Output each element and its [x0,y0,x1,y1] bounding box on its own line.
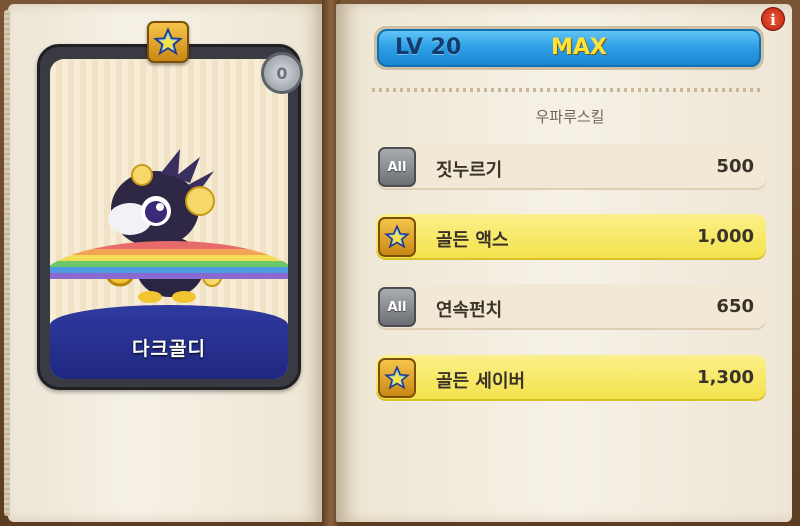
skill-name: 골든 액스 [436,230,509,251]
skill-star-badge [378,217,416,257]
skill-star-badge [378,358,416,398]
skill-value: 500 [716,156,754,177]
skill-value: 1,000 [697,226,754,247]
right-page [336,4,792,522]
dotted-divider [372,88,764,92]
skill-row[interactable]: All 짓누르기 500 [376,144,766,190]
skill-name: 연속펀치 [436,300,503,321]
skill-name: 골든 세이버 [436,371,526,392]
star-icon [384,365,410,390]
skill-value: 650 [716,296,754,317]
skill-row[interactable]: All 연속펀치 650 [376,284,766,330]
skill-value: 1,300 [697,367,754,388]
level-bar-fill: LV 20 MAX [377,29,761,67]
skill-name: 짓누르기 [436,160,503,181]
skill-all-badge: All [378,287,416,327]
info-icon[interactable]: i [761,7,785,31]
star-icon [384,224,410,249]
skill-row[interactable]: 골든 액스 1,000 [376,214,766,260]
pet-card[interactable]: 다크골디 [37,44,301,390]
skill-all-badge: All [378,147,416,187]
pet-name: 다크골디 [132,338,206,360]
level-bar: LV 20 MAX [374,26,764,70]
skill-row[interactable]: 골든 세이버 1,300 [376,355,766,401]
level-max-label: MAX [551,35,607,60]
level-label: LV 20 [395,35,462,60]
pet-card-inner: 다크골디 [50,59,288,379]
skills-heading: 우파루스킬 [535,108,605,126]
rarity-star-icon [147,21,189,63]
rainbow-star-icon [153,27,183,56]
coin-badge-icon[interactable]: 0 [261,52,303,94]
